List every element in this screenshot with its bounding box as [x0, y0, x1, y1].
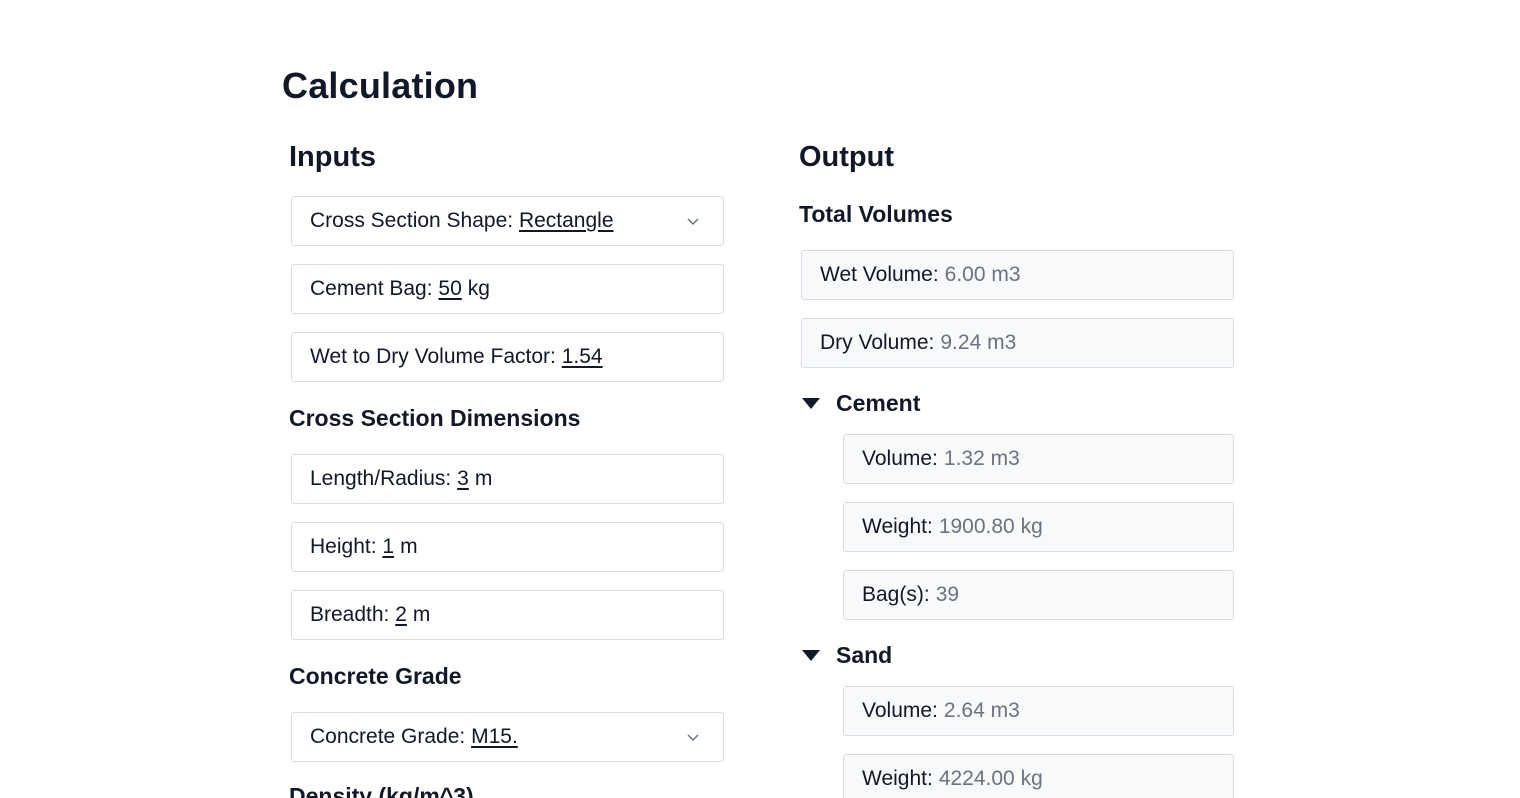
length-label: Length/Radius: [310, 467, 452, 490]
concrete-grade-select[interactable]: Concrete Grade: M15. [291, 712, 724, 762]
breadth-value: 2 [395, 603, 407, 626]
cement-section-label: Cement [836, 390, 921, 416]
wet-dry-factor-value: 1.54 [561, 345, 603, 368]
wet-dry-factor-field[interactable]: Wet to Dry Volume Factor: 1.54 [291, 332, 724, 382]
page-title: Calculation [282, 65, 479, 106]
caret-down-icon [802, 398, 820, 409]
sand-section-toggle[interactable]: Sand [802, 642, 892, 669]
cement-volume-label: Volume: [862, 447, 938, 470]
sand-weight-value: 4224.00 kg [938, 767, 1043, 790]
wet-dry-factor-label: Wet to Dry Volume Factor: [310, 345, 556, 368]
breadth-label: Breadth: [310, 603, 390, 626]
sand-volume-value: 2.64 m3 [943, 699, 1020, 722]
cement-bag-unit: kg [467, 277, 490, 300]
cement-bags-value: 39 [935, 583, 960, 606]
cement-bags-output: Bag(s): 39 [843, 570, 1234, 620]
caret-down-icon [802, 650, 820, 661]
height-unit: m [400, 535, 418, 558]
total-volumes-heading: Total Volumes [799, 201, 953, 227]
concrete-grade-label: Concrete Grade: [310, 725, 466, 748]
cross-section-shape-value: Rectangle [518, 209, 614, 232]
cement-bags-label: Bag(s): [862, 583, 930, 606]
wet-volume-value: 6.00 m3 [944, 263, 1021, 286]
height-field[interactable]: Height: 1m [291, 522, 724, 572]
cement-bag-label: Cement Bag: [310, 277, 433, 300]
density-heading: Density (kg/m^3) [289, 783, 474, 798]
cross-section-shape-select[interactable]: Cross Section Shape: Rectangle [291, 196, 724, 246]
cement-weight-output: Weight: 1900.80 kg [843, 502, 1234, 552]
cement-weight-label: Weight: [862, 515, 933, 538]
sand-volume-output: Volume: 2.64 m3 [843, 686, 1234, 736]
cement-bag-field[interactable]: Cement Bag: 50 kg [291, 264, 724, 314]
sand-section-label: Sand [836, 642, 893, 668]
cement-bag-value: 50 [438, 277, 462, 300]
cement-volume-output: Volume: 1.32 m3 [843, 434, 1234, 484]
output-heading: Output [799, 141, 895, 173]
wet-volume-output: Wet Volume: 6.00 m3 [801, 250, 1234, 300]
breadth-unit: m [412, 603, 431, 626]
concrete-grade-heading: Concrete Grade [289, 663, 462, 689]
dry-volume-output: Dry Volume: 9.24 m3 [801, 318, 1234, 368]
concrete-grade-value: M15. [471, 725, 518, 748]
height-value: 1 [382, 535, 395, 558]
cement-weight-value: 1900.80 kg [938, 515, 1043, 538]
sand-weight-output: Weight: 4224.00 kg [843, 754, 1234, 798]
calculation-page: Calculation Inputs Cross Section Shape: … [0, 0, 1520, 798]
wet-volume-label: Wet Volume: [820, 263, 939, 286]
breadth-field[interactable]: Breadth: 2m [291, 590, 724, 640]
dry-volume-value: 9.24 m3 [940, 331, 1017, 354]
chevron-down-icon [687, 218, 699, 226]
inputs-heading: Inputs [289, 141, 376, 173]
length-unit: m [474, 467, 493, 490]
sand-volume-label: Volume: [862, 699, 938, 722]
cross-section-shape-label: Cross Section Shape: [310, 209, 514, 232]
cement-volume-value: 1.32 m3 [943, 447, 1020, 470]
chevron-down-icon [687, 734, 699, 742]
dry-volume-label: Dry Volume: [820, 331, 935, 354]
length-radius-field[interactable]: Length/Radius: 3m [291, 454, 724, 504]
cement-section-toggle[interactable]: Cement [802, 390, 920, 417]
dimensions-heading: Cross Section Dimensions [289, 405, 581, 431]
height-label: Height: [310, 535, 377, 558]
sand-weight-label: Weight: [862, 767, 933, 790]
length-value: 3 [457, 467, 469, 490]
